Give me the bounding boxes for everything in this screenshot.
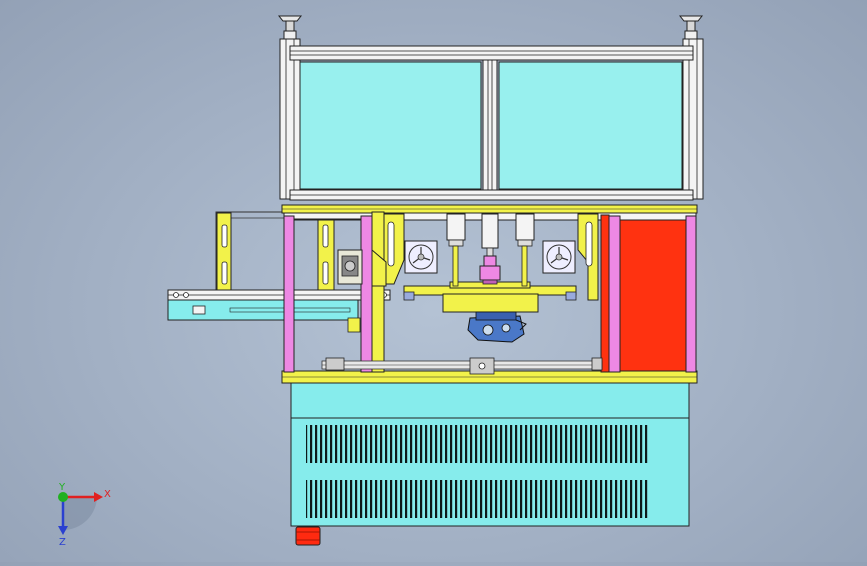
cooling-fan-icon — [542, 240, 576, 274]
glass-panel-left — [299, 61, 482, 190]
spindle-tool — [479, 255, 501, 285]
machine-drawing: X Y Z — [58, 15, 704, 548]
cabinet-vent-upper — [306, 425, 648, 463]
axis-x-label: X — [104, 489, 111, 500]
gripper-assembly — [467, 311, 527, 343]
glass-panel-right — [498, 61, 683, 190]
leveling-foot-icon — [277, 15, 303, 40]
lower-cabinet — [290, 382, 690, 527]
cad-viewport[interactable]: X Y Z — [0, 0, 867, 562]
axis-triad-icon[interactable]: X Y Z — [58, 482, 111, 548]
cooling-fan-icon — [404, 240, 438, 274]
cabinet-vent-lower — [306, 480, 648, 518]
leveling-foot-icon — [678, 15, 704, 40]
axis-y-label: Y — [58, 482, 66, 493]
emergency-stop-icon[interactable] — [295, 526, 321, 546]
axis-z-label: Z — [59, 537, 66, 548]
